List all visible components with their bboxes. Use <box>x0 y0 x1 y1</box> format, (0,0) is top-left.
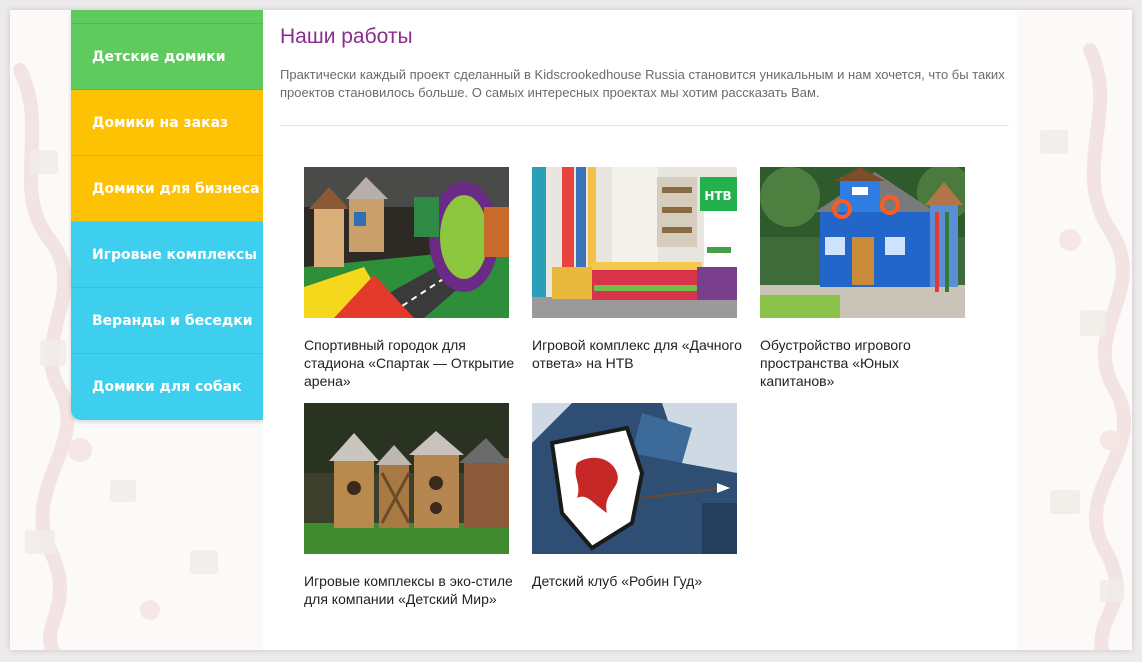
ntv-badge-logo: НТВ <box>704 189 731 203</box>
project-caption[interactable]: Игровой комплекс для «Дачного ответа» на… <box>532 336 744 372</box>
project-photo-robin-hood[interactable] <box>532 403 737 554</box>
sidebar-item-custom-houses[interactable]: Домики на заказ <box>71 90 263 156</box>
project-caption[interactable]: Обустройство игрового пространства «Юных… <box>760 336 972 390</box>
sidebar-item-business-houses[interactable]: Домики для бизнеса <box>71 156 263 222</box>
project-card[interactable]: Игровые комплексы в эко-стиле для компан… <box>304 403 514 608</box>
project-caption[interactable]: Игровые комплексы в эко-стиле для компан… <box>304 572 516 608</box>
sidebar-item-dog-houses[interactable]: Домики для собак <box>71 354 263 420</box>
divider <box>280 125 1009 126</box>
page-title: Наши работы <box>280 25 413 48</box>
project-caption[interactable]: Спортивный городок для стадиона «Спартак… <box>304 336 516 390</box>
project-card[interactable]: Детский клуб «Робин Гуд» <box>532 403 742 590</box>
project-caption[interactable]: Детский клуб «Робин Гуд» <box>532 572 744 590</box>
sidebar-top-strip <box>71 10 263 24</box>
intro-text: Практически каждый проект сделанный в Ki… <box>280 67 1005 100</box>
sidebar-item-play-complexes[interactable]: Игровые комплексы <box>71 222 263 288</box>
project-card[interactable]: Спортивный городок для стадиона «Спартак… <box>304 167 514 390</box>
project-photo-ntv[interactable]: НТВ <box>532 167 737 318</box>
sidebar-item-kids-houses[interactable]: Детские домики <box>71 24 263 90</box>
project-photo-captains[interactable] <box>760 167 965 318</box>
project-photo-spartak[interactable] <box>304 167 509 318</box>
project-card[interactable]: Обустройство игрового пространства «Юных… <box>760 167 970 390</box>
main-content: Наши работы Практически каждый проект сд… <box>263 10 1017 650</box>
project-photo-eco[interactable] <box>304 403 509 554</box>
sidebar-item-verandas[interactable]: Веранды и беседки <box>71 288 263 354</box>
page-frame: Детские домики Домики на заказ Домики дл… <box>10 10 1132 650</box>
category-sidebar: Детские домики Домики на заказ Домики дл… <box>71 10 263 420</box>
project-card[interactable]: НТВ Игровой комплекс для «Дачного ответа… <box>532 167 742 372</box>
